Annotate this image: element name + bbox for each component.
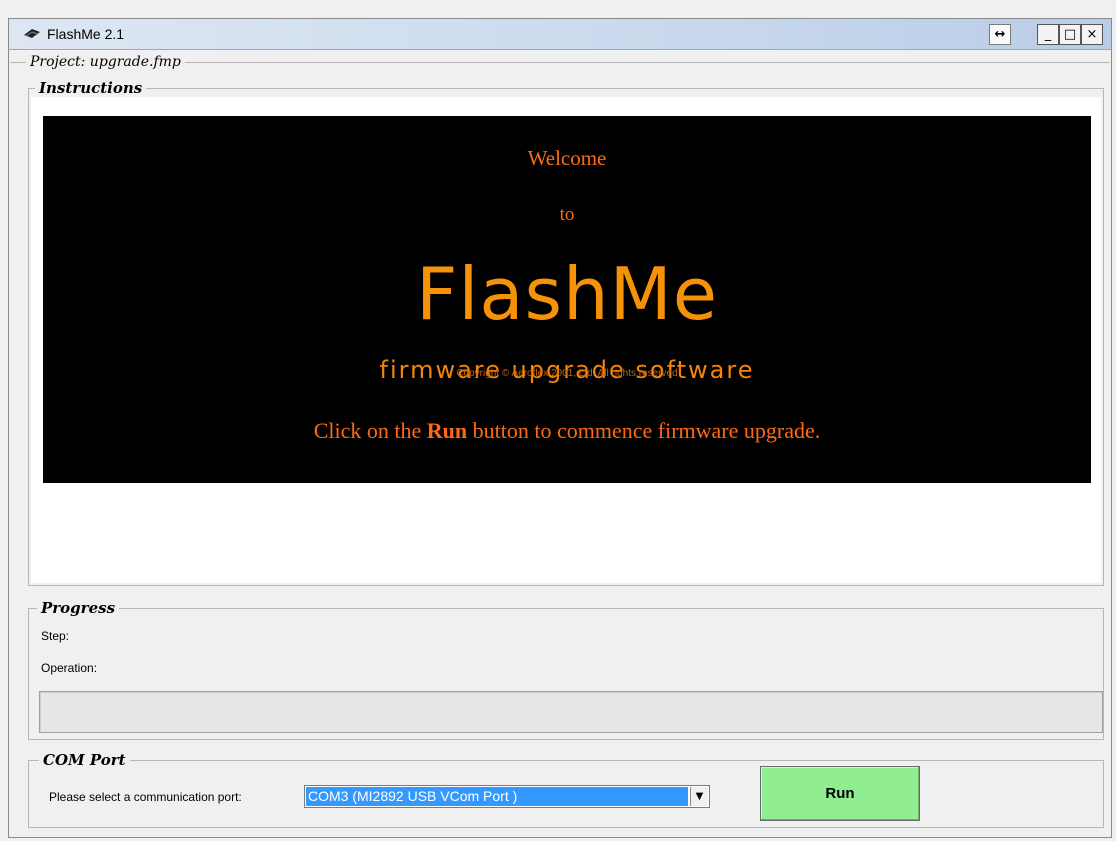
com-port-select[interactable]: COM3 (MI2892 USB VCom Port ) ▼ — [304, 785, 710, 808]
com-port-group: COM Port Please select a communication p… — [28, 751, 1104, 828]
com-port-prompt: Please select a communication port: — [49, 790, 242, 804]
brand-logo-text: FlashMe — [415, 252, 719, 336]
close-button[interactable]: × — [1081, 24, 1103, 45]
window-title: FlashMe 2.1 — [47, 26, 125, 42]
step-label: Step: — [41, 629, 70, 643]
minimize-button[interactable]: _ — [1037, 24, 1059, 45]
welcome-banner: Welcome to FlashMe firmware upgrade soft… — [43, 116, 1091, 483]
instruction-prefix: Click on the — [313, 418, 427, 443]
instructions-legend: Instructions — [35, 79, 147, 97]
run-button[interactable]: Run — [760, 766, 920, 821]
maximize-button[interactable]: □ — [1059, 24, 1081, 45]
progress-group: Progress Step: Operation: — [28, 599, 1104, 740]
chip-icon — [24, 29, 40, 38]
copyright-text: Copyright © Aeroflex 2001, Ltd. All righ… — [456, 368, 678, 379]
instruction-run-word: Run — [426, 418, 468, 443]
com-port-selected-value[interactable]: COM3 (MI2892 USB VCom Port ) — [306, 787, 688, 806]
to-text: to — [559, 204, 575, 225]
project-label: Project: upgrade.fmp — [26, 54, 185, 70]
dropdown-arrow-icon[interactable]: ▼ — [690, 787, 708, 806]
instruction-suffix: button to commence firmware upgrade. — [467, 418, 821, 443]
com-port-legend: COM Port — [39, 751, 130, 769]
progress-legend: Progress — [37, 599, 120, 617]
resize-arrows-icon[interactable]: ↔ — [989, 24, 1011, 45]
run-instruction: Click on the Run button to commence firm… — [43, 418, 1091, 444]
progress-bar — [39, 691, 1103, 733]
title-bar[interactable]: FlashMe 2.1 ↔ _ □ × — [8, 18, 1112, 50]
operation-label: Operation: — [41, 661, 98, 675]
welcome-text: Welcome — [527, 146, 607, 170]
